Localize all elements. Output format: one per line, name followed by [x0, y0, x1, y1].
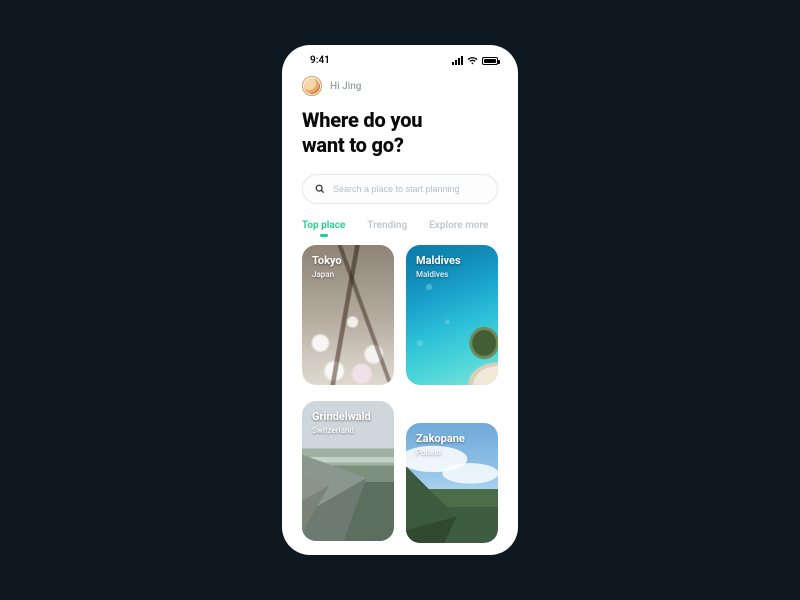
cellular-signal-icon: [452, 56, 463, 65]
places-grid: Tokyo Japan Grindelwald Switzerland Mald…: [302, 245, 498, 543]
place-name: Tokyo: [312, 255, 386, 267]
status-indicators: [452, 56, 498, 65]
place-card-grindelwald[interactable]: Grindelwald Switzerland: [302, 401, 394, 541]
place-name: Grindelwald: [312, 411, 386, 423]
places-col-right: Maldives Maldives Zakopane Poland: [406, 245, 498, 543]
screen-content: Hi Jing Where do you want to go? Top pla…: [282, 70, 518, 543]
place-card-maldives[interactable]: Maldives Maldives: [406, 245, 498, 385]
greeting-text: Hi Jing: [330, 81, 361, 92]
place-card-zakopane[interactable]: Zakopane Poland: [406, 423, 498, 543]
place-card-label: Zakopane Poland: [416, 433, 490, 457]
search-field[interactable]: [302, 174, 498, 204]
page-title-line1: Where do you: [302, 108, 422, 132]
place-card-label: Maldives Maldives: [416, 255, 490, 279]
search-icon: [315, 184, 325, 194]
place-card-label: Tokyo Japan: [312, 255, 386, 279]
page-title: Where do you want to go?: [302, 108, 498, 158]
tab-bar: Top place Trending Explore more: [302, 220, 498, 231]
avatar[interactable]: [302, 76, 322, 96]
place-card-label: Grindelwald Switzerland: [312, 411, 386, 435]
place-name: Maldives: [416, 255, 490, 267]
places-col-left: Tokyo Japan Grindelwald Switzerland: [302, 245, 394, 543]
place-country: Japan: [312, 270, 386, 279]
status-time: 9:41: [310, 55, 330, 66]
greeting-row: Hi Jing: [302, 76, 498, 96]
tab-trending[interactable]: Trending: [367, 220, 407, 231]
place-name: Zakopane: [416, 433, 490, 445]
place-country: Maldives: [416, 270, 490, 279]
search-input[interactable]: [333, 184, 485, 194]
place-country: Switzerland: [312, 426, 386, 435]
page-title-line2: want to go?: [302, 133, 404, 157]
place-country: Poland: [416, 448, 490, 457]
tab-top-place[interactable]: Top place: [302, 220, 345, 231]
place-card-tokyo[interactable]: Tokyo Japan: [302, 245, 394, 385]
status-bar: 9:41: [282, 45, 518, 70]
phone-frame: 9:41 Hi Jing Where do you want to go?: [282, 45, 518, 555]
tab-explore-more[interactable]: Explore more: [429, 220, 488, 231]
wifi-icon: [467, 57, 478, 65]
battery-icon: [482, 57, 498, 65]
